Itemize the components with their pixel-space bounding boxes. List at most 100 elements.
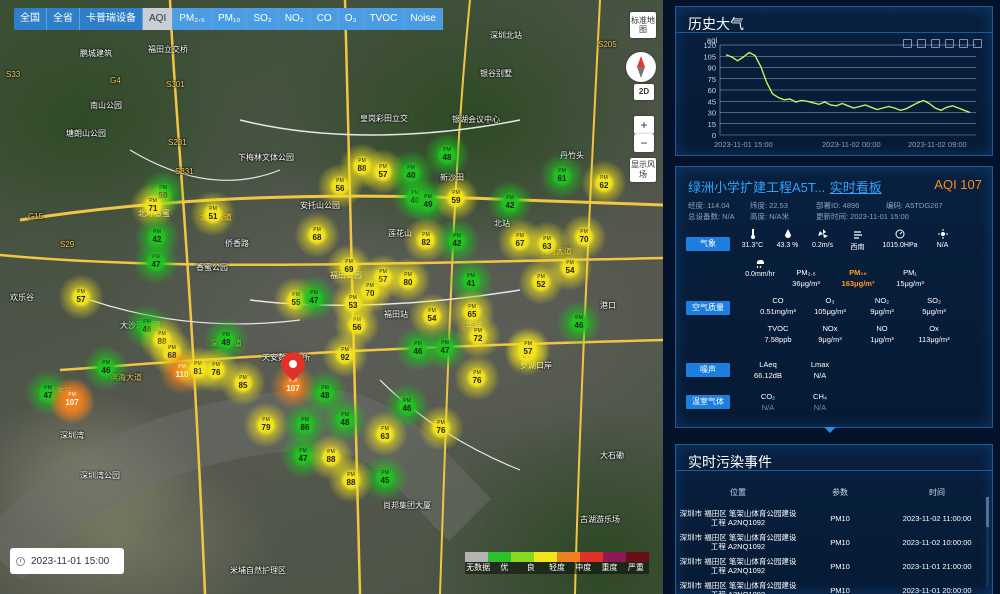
- tab-o3[interactable]: O₃: [338, 8, 364, 30]
- map-place-label: 南山公园: [90, 101, 122, 110]
- noise-label: 噪声: [686, 363, 730, 377]
- station-marker[interactable]: PM 45: [362, 455, 408, 501]
- station-marker[interactable]: PM 59: [433, 175, 479, 221]
- legend-label: 重度: [601, 563, 618, 572]
- legend-label: 轻度: [548, 563, 565, 572]
- tab-pm25[interactable]: PM₂.₅: [173, 8, 212, 30]
- wind-icon: [808, 229, 837, 239]
- station-marker[interactable]: PM 53: [330, 280, 376, 326]
- station-marker[interactable]: PM 42: [134, 214, 180, 260]
- view-2d-button[interactable]: 2D: [634, 84, 654, 100]
- metric-value: 5μg/m³: [922, 307, 946, 316]
- tab-so2[interactable]: SO₂: [247, 8, 279, 30]
- event-row[interactable]: 深圳市 福田区 笔架山体育公园建设工程 A2NQ1092 PM10 2023-11-…: [676, 578, 992, 594]
- metric-value: 66.12dB: [754, 371, 782, 380]
- event-time: 2023-11-02 11:00:00: [902, 513, 972, 523]
- zoom-in-button[interactable]: +: [634, 116, 654, 134]
- map-road-label: G4: [110, 76, 121, 85]
- map-place-label: 鹏城建筑: [80, 49, 112, 58]
- metric-name: NOx: [822, 324, 838, 333]
- pressure-icon: [878, 229, 922, 239]
- station-marker[interactable]: PM57: [505, 326, 551, 372]
- date-picker[interactable]: 2023-11-01 15:00: [10, 548, 124, 574]
- map-place-label: 大石磡: [600, 451, 624, 460]
- air-quality-row: 空气质量 PM₂.₅ 36μg/m³ PM₁₀ 163μg/m³ PM₁ 15μg/m³ …: [686, 267, 982, 345]
- metric-name: NO₂: [874, 296, 890, 305]
- meta-deploy-id: 部署ID: 4896: [816, 201, 860, 210]
- tab-no2[interactable]: NO₂: [278, 8, 311, 30]
- weather-value: 西南: [850, 244, 865, 251]
- metric-value: N/A: [813, 403, 827, 412]
- station-marker[interactable]: PM 76: [418, 405, 464, 451]
- station-marker[interactable]: PM 76: [454, 355, 500, 401]
- station-marker[interactable]: PM 48: [424, 132, 470, 178]
- wind-direction-icon: [843, 229, 872, 239]
- map-place-label: 欢乐谷: [10, 293, 34, 302]
- y-tick-label: 105: [703, 52, 716, 61]
- weather-value: 43.3 %: [776, 242, 799, 249]
- metric-item: PM₁₀ 163μg/m³: [832, 267, 884, 289]
- y-tick-label: 30: [708, 109, 716, 118]
- station-marker[interactable]: PM 61: [539, 153, 585, 199]
- map-place-label: 下梅林文体公园: [238, 153, 294, 162]
- event-param: PM10: [830, 585, 850, 594]
- tab-tvoc[interactable]: TVOC: [363, 8, 405, 30]
- compass-icon[interactable]: [626, 52, 656, 82]
- metric-item: PM₂.₅ 36μg/m³: [780, 267, 832, 289]
- metric-item: CH₄ N/A: [794, 391, 846, 413]
- station-header: 绿洲小学扩建工程A5T... 实时看板 AQI 107: [676, 167, 992, 197]
- station-marker[interactable]: PM 42: [434, 218, 480, 264]
- metric-name: NO: [876, 324, 888, 333]
- station-marker[interactable]: PM 48: [322, 397, 368, 443]
- weather-value: 1015.0HPa: [882, 242, 918, 249]
- event-row[interactable]: 深圳市 福田区 笔架山体育公园建设工程 A2NQ1092 PM10 2023-11-…: [676, 554, 992, 578]
- zoom-out-button[interactable]: −: [634, 134, 654, 152]
- metric-value: 9μg/m³: [870, 307, 894, 316]
- tab-national[interactable]: 全国: [14, 8, 47, 30]
- metric-value: N/A: [813, 371, 827, 380]
- aqi-legend: 无数据优 良 轻度 中度 重度 严重: [465, 552, 649, 574]
- map-place-label: 银谷别墅: [480, 69, 512, 78]
- map-road-label: S205: [598, 40, 617, 49]
- event-row[interactable]: 深圳市 福田区 笔架山体育公园建设工程 A2NQ1092 PM10 2023-11-…: [676, 506, 992, 530]
- map-layer-tabs: 全国 全省 卡普瑞设备 AQI PM₂.₅ PM₁₀ SO₂ NO₂ CO O₃…: [14, 8, 443, 30]
- station-marker[interactable]: PM 54: [547, 245, 593, 291]
- history-chart[interactable]: aqi01530456075901051202023-11-01 15:00 20…: [676, 37, 992, 153]
- station-marker[interactable]: PM 51: [190, 191, 236, 237]
- legend-swatch: [488, 552, 511, 562]
- history-panel: 历史大气 aqi 0 15 30 45 60 75 90 105 120 2023-11-01 15…: [675, 6, 993, 156]
- station-marker[interactable]: PM46: [556, 300, 602, 346]
- legend-swatch: [465, 552, 488, 562]
- station-marker[interactable]: PM 62: [581, 160, 627, 206]
- station-name[interactable]: 绿洲小学扩建工程A5T...: [688, 180, 825, 195]
- standard-map-button[interactable]: 标准地图: [630, 12, 656, 38]
- map-view[interactable]: 全国 全省 卡普瑞设备 AQI PM₂.₅ PM₁₀ SO₂ NO₂ CO O₃…: [0, 0, 663, 594]
- humidity-icon: [773, 229, 802, 239]
- event-row[interactable]: 深圳市 福田区 笔架山体育公园建设工程 A2NQ1092 PM10 2023-11-…: [676, 530, 992, 554]
- realtime-board-link[interactable]: 实时看板: [830, 180, 882, 195]
- station-marker[interactable]: PM46: [83, 345, 129, 391]
- tab-co[interactable]: CO: [310, 8, 339, 30]
- event-position: 深圳市 福田区 笔架山体育公园建设工程 A2NQ1092: [679, 533, 797, 551]
- metric-value: 15μg/m³: [896, 279, 924, 288]
- map-place-label: 古湖游乐场: [580, 515, 620, 524]
- expand-arrow-icon[interactable]: [824, 427, 836, 433]
- station-marker[interactable]: PM 85: [220, 360, 266, 406]
- tab-device[interactable]: 卡普瑞设备: [80, 8, 143, 30]
- map-place-label: 福田立交桥: [148, 45, 188, 54]
- tab-aqi[interactable]: AQI: [143, 8, 174, 30]
- x-tick-label: 2023-11-01 15:00: [714, 140, 773, 149]
- realtime-board-panel: 绿洲小学扩建工程A5T... 实时看板 AQI 107 经度: 114.04 纬…: [675, 166, 993, 433]
- events-scrollbar[interactable]: [986, 497, 989, 587]
- station-marker[interactable]: PM107: [49, 377, 95, 423]
- station-marker[interactable]: PM57: [58, 274, 104, 320]
- noise-values: LAeq 66.12dB Lmax N/A: [742, 359, 846, 381]
- tab-province[interactable]: 全省: [47, 8, 80, 30]
- tab-pm10[interactable]: PM₁₀: [211, 8, 248, 30]
- station-marker[interactable]: PM 63: [362, 411, 408, 457]
- y-tick-label: 15: [708, 120, 716, 129]
- tab-noise[interactable]: Noise: [404, 8, 443, 30]
- metric-item: Lmax N/A: [794, 359, 846, 381]
- map-place-label: 皇岗彩田立交: [360, 114, 408, 123]
- show-wind-button[interactable]: 显示风场: [630, 158, 656, 182]
